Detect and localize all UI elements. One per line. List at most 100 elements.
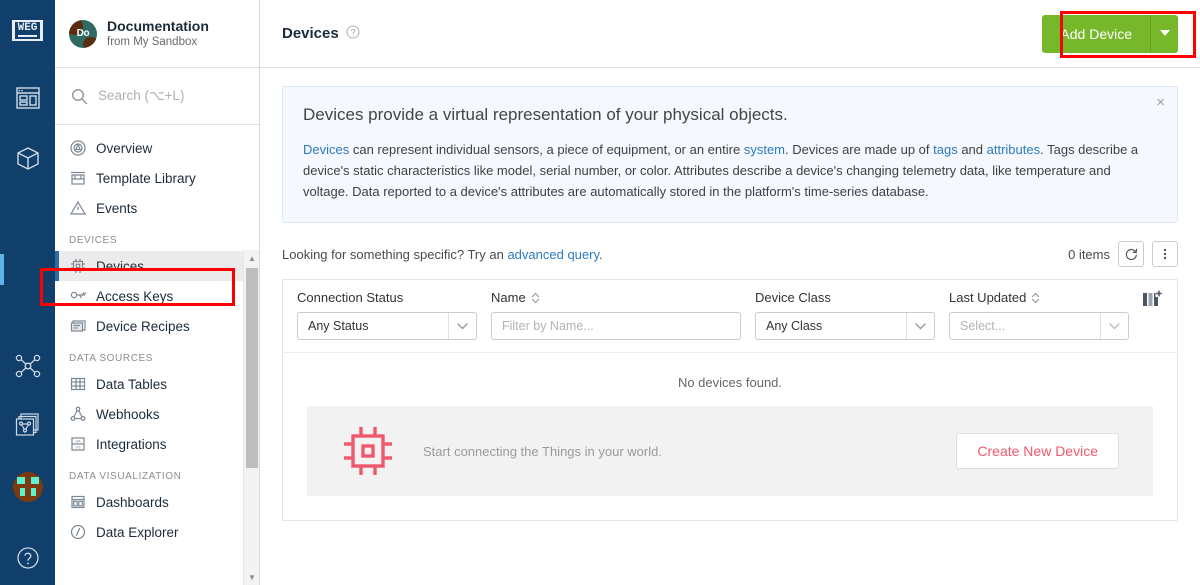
main-content: Devices Add Device × Devices provide a v… (260, 0, 1200, 585)
sidebar-item-label: Integrations (96, 436, 167, 452)
sidebar-item-label: Webhooks (96, 406, 160, 422)
avatar-icon[interactable] (0, 460, 55, 514)
sidebar-item-webhooks[interactable]: Webhooks (55, 399, 259, 429)
rail-active-indicator[interactable] (0, 248, 55, 291)
scroll-down-arrow[interactable]: ▼ (244, 569, 259, 585)
column-header-label: Last Updated (949, 290, 1129, 305)
sidebar-item-label: Data Tables (96, 376, 168, 392)
add-column-icon (1143, 290, 1163, 306)
workspace-avatar-initials: Do (76, 28, 90, 39)
key-icon (69, 287, 87, 305)
sidebar-item-label: Devices (96, 258, 145, 274)
connection-status-select[interactable]: Any Status (297, 312, 477, 340)
dashboard-grid-icon (69, 493, 87, 511)
chevron-down-icon (906, 313, 934, 339)
sidebar-item-label: Template Library (96, 170, 196, 186)
question-circle-icon[interactable] (346, 24, 360, 43)
sidebar-item-access-keys[interactable]: Access Keys (55, 281, 259, 311)
banner-close-icon[interactable]: × (1156, 95, 1165, 110)
add-column-button[interactable] (1143, 290, 1163, 312)
sidebar-item-devices[interactable]: Devices (55, 251, 259, 281)
sidebar: Do Documentation from My Sandbox Search … (55, 0, 260, 585)
workspace-subtitle: from My Sandbox (107, 36, 198, 48)
sidebar-item-device-recipes[interactable]: Device Recipes (55, 311, 259, 341)
sort-toggle-last-updated[interactable] (1031, 292, 1040, 304)
column-header-label: Name (491, 290, 741, 305)
info-banner: × Devices provide a virtual representati… (282, 86, 1178, 223)
sidebar-item-data-tables[interactable]: Data Tables (55, 369, 259, 399)
sidebar-item-template-library[interactable]: Template Library (55, 163, 259, 193)
layers-nodes-icon[interactable] (0, 398, 55, 452)
sidebar-item-integrations[interactable]: SA VS Integrations (55, 429, 259, 459)
link-system[interactable]: system (744, 142, 785, 157)
warning-triangle-icon (69, 199, 87, 217)
link-attributes[interactable]: attributes (987, 142, 1040, 157)
more-options-button[interactable] (1152, 241, 1178, 267)
workspace-header[interactable]: Do Documentation from My Sandbox (55, 0, 259, 68)
dashboard-icon[interactable] (0, 71, 55, 125)
advanced-query-link[interactable]: advanced query (507, 247, 599, 262)
column-device-class: Device Class Any Class (755, 290, 935, 340)
devices-table: Connection Status Any Status Name Filter… (282, 279, 1178, 521)
icon-rail: WEG (0, 0, 55, 585)
search-icon (71, 88, 88, 104)
add-device-dropdown-toggle[interactable] (1150, 14, 1178, 53)
kebab-menu-icon (1163, 248, 1167, 260)
sidebar-scrollbar[interactable]: ▲ ▼ (243, 250, 259, 585)
sidebar-nav: Overview Template Library Events DEVICES… (55, 125, 259, 585)
weg-logo-icon[interactable]: WEG (0, 0, 55, 61)
sidebar-section-devices: DEVICES (69, 235, 118, 246)
device-class-select[interactable]: Any Class (755, 312, 935, 340)
query-prompt-text: Looking for something specific? Try an (282, 246, 508, 262)
sidebar-item-dashboards[interactable]: Dashboards (55, 487, 259, 517)
workspace-avatar: Do (69, 19, 97, 48)
column-last-updated-text: Last Updated (949, 290, 1027, 305)
sidebar-item-data-explorer[interactable]: Data Explorer (55, 517, 259, 547)
refresh-icon (1125, 248, 1137, 260)
banner-body: Devices can represent individual sensors… (303, 139, 1157, 202)
sidebar-item-events[interactable]: Events (55, 193, 259, 223)
chevron-down-icon (1159, 30, 1170, 36)
svg-text:SA: SA (75, 439, 81, 444)
sidebar-item-overview[interactable]: Overview (55, 133, 259, 163)
sort-toggle-name[interactable] (531, 292, 540, 304)
compass-icon (69, 523, 87, 541)
app-root: WEG Do Documentation from My Sandbox Sea… (0, 0, 1200, 585)
chevron-down-icon (1100, 313, 1128, 339)
last-updated-select[interactable]: Select... (949, 312, 1129, 340)
refresh-button[interactable] (1118, 241, 1144, 267)
connection-status-value: Any Status (308, 319, 369, 333)
create-new-device-button[interactable]: Create New Device (956, 433, 1119, 469)
sidebar-item-label: Access Keys (96, 288, 174, 304)
sidebar-section-data-sources: DATA SOURCES (69, 353, 154, 364)
page-title-text: Devices (282, 25, 339, 42)
column-header-label: Connection Status (297, 290, 404, 305)
scroll-up-arrow[interactable]: ▲ (244, 250, 259, 266)
column-connection-status: Connection Status Any Status (297, 290, 477, 340)
sidebar-item-label: Overview (96, 140, 153, 156)
webhook-icon (69, 405, 87, 423)
sidebar-item-label: Device Recipes (96, 318, 190, 334)
banner-title: Devices provide a virtual representation… (303, 105, 788, 124)
column-name: Name Filter by Name... (491, 290, 741, 340)
nodes-icon[interactable] (0, 339, 55, 393)
search-input[interactable]: Search (⌥+L) (55, 68, 259, 125)
link-tags[interactable]: tags (933, 142, 958, 157)
weg-logo-mark: WEG (11, 19, 44, 41)
table-icon (69, 375, 87, 393)
scrollbar-thumb[interactable] (246, 268, 258, 468)
banner-text-1: can represent individual sensors, a piec… (349, 142, 744, 157)
link-devices[interactable]: Devices (303, 142, 349, 157)
device-class-value: Any Class (766, 319, 823, 333)
name-filter-input[interactable]: Filter by Name... (491, 312, 741, 340)
package-icon[interactable] (0, 132, 55, 186)
add-device-button-group[interactable]: Add Device (1042, 14, 1178, 53)
recipe-icon (69, 317, 87, 335)
chevron-down-icon (448, 313, 476, 339)
add-device-button[interactable]: Add Device (1042, 14, 1150, 53)
advanced-query-prompt: Looking for something specific? Try an a… (282, 247, 603, 262)
items-count: 0 items (1068, 246, 1110, 262)
sidebar-section-data-visualization: DATA VISUALIZATION (69, 471, 182, 482)
help-icon[interactable] (0, 531, 55, 585)
library-icon (69, 169, 87, 187)
